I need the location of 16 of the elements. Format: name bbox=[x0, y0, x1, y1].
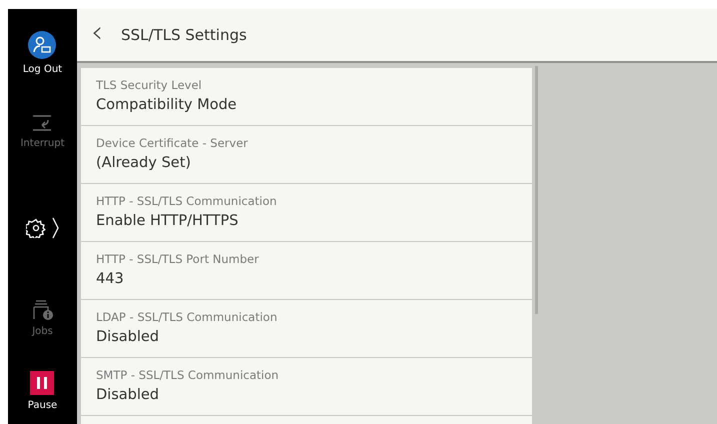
settings-button[interactable] bbox=[26, 217, 59, 239]
setting-row[interactable]: HTTP - SSL/TLS Communication Enable HTTP/HTTPS bbox=[81, 184, 532, 241]
user-logout-icon bbox=[28, 31, 56, 59]
pause-button[interactable]: Pause bbox=[28, 371, 58, 413]
back-button[interactable]: ‹ bbox=[91, 18, 103, 52]
setting-row[interactable]: Device Certificate - Server (Already Set) bbox=[81, 126, 532, 183]
settings-icon bbox=[26, 218, 46, 238]
chevron-right-icon bbox=[52, 217, 59, 239]
logout-button[interactable]: Log Out bbox=[22, 31, 62, 77]
jobs-info-icon bbox=[30, 299, 54, 321]
page-title: SSL/TLS Settings bbox=[121, 24, 247, 46]
setting-row[interactable]: SMTP - SSL/TLS Communication Disabled bbox=[81, 358, 532, 415]
setting-row[interactable]: TLS Security Level Compatibility Mode bbox=[81, 68, 532, 125]
pause-icon bbox=[30, 371, 54, 395]
setting-row[interactable]: HTTP - SSL/TLS Port Number 443 bbox=[81, 242, 532, 299]
setting-row[interactable]: LDAP - SSL/TLS Communication Disabled bbox=[81, 300, 532, 357]
